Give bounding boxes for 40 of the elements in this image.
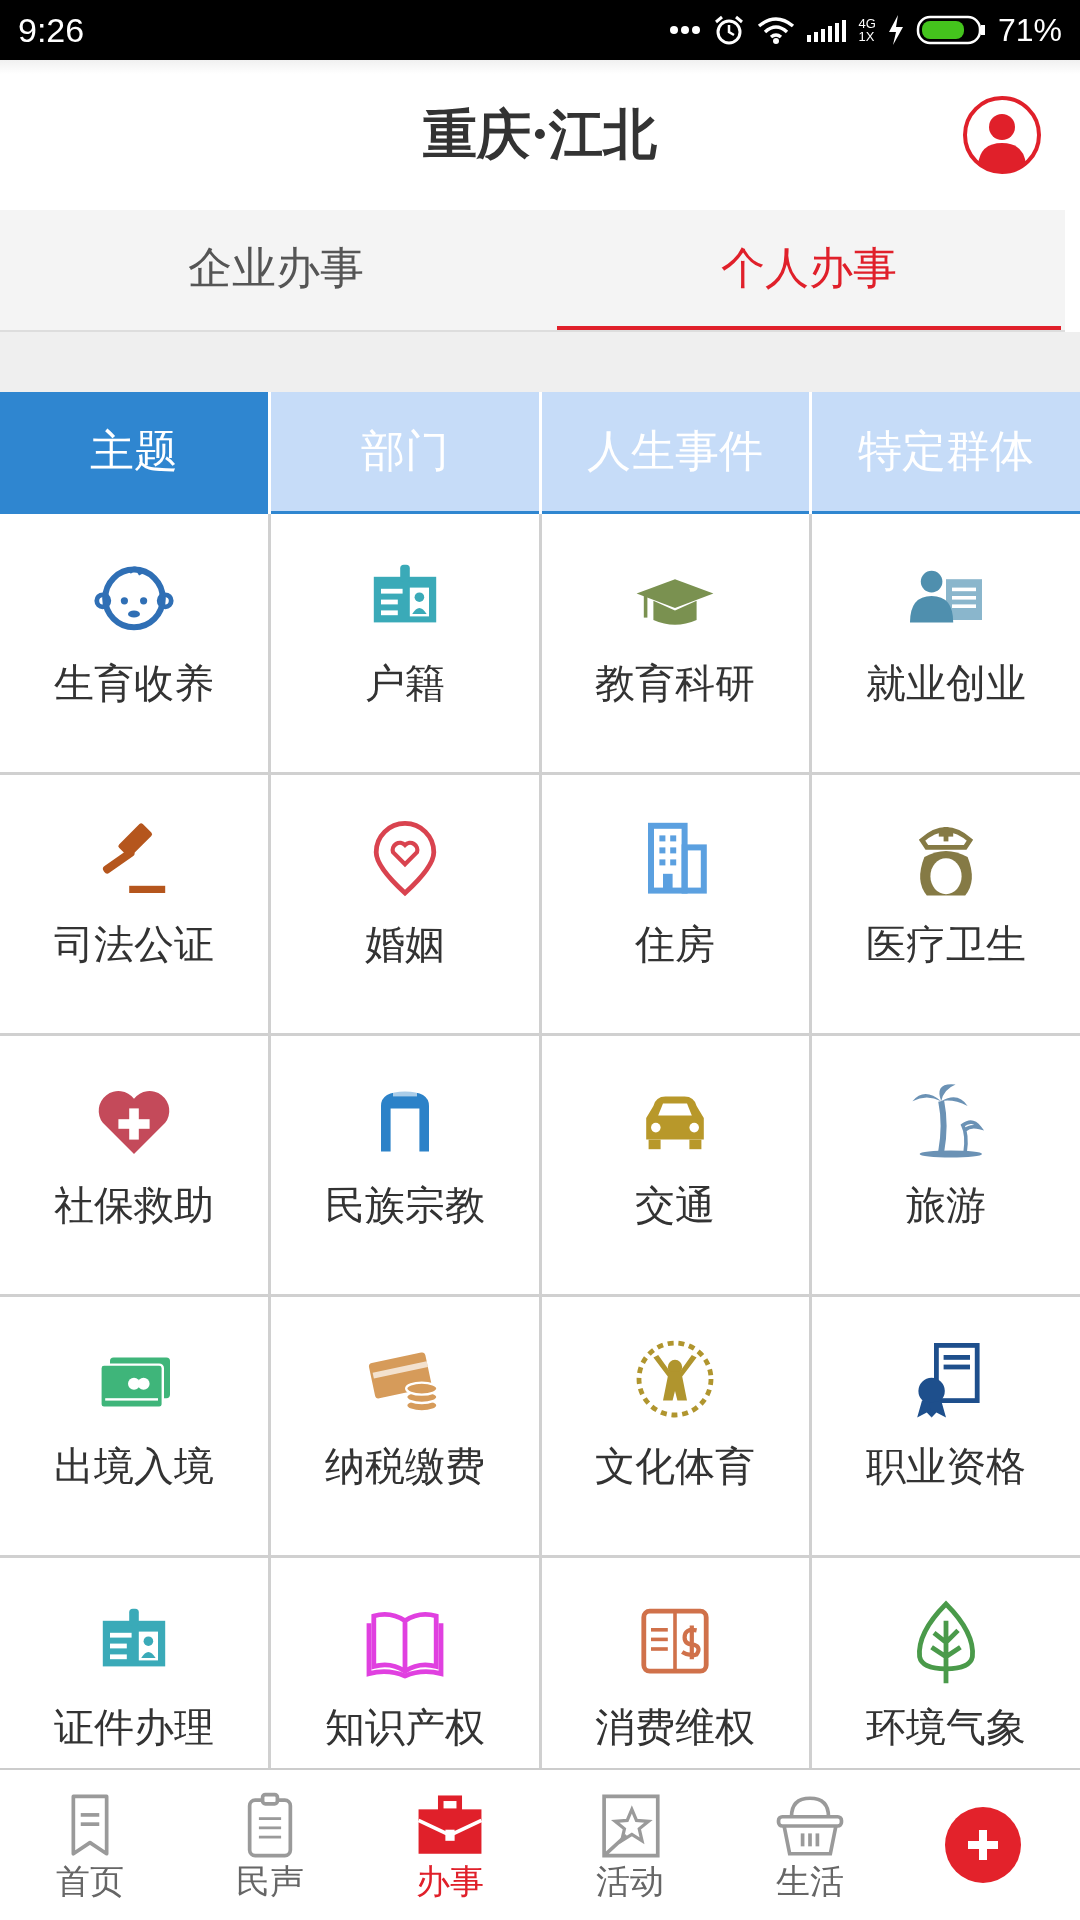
avatar-icon[interactable] (962, 95, 1042, 175)
service-tile[interactable]: 司法公证 (0, 775, 268, 1033)
service-tile[interactable]: 教育科研 (541, 514, 810, 772)
service-tile[interactable]: 婚姻 (270, 775, 539, 1033)
nav-item[interactable]: 办事 (360, 1789, 540, 1901)
clock-time: 9:26 (18, 10, 85, 50)
service-tile[interactable]: 环境气象 (812, 1558, 1080, 1768)
alarm-icon (712, 14, 745, 46)
service-tile[interactable]: 文化体育 (541, 1297, 810, 1555)
app-title: 重庆·江北 (422, 100, 658, 168)
battery-icon (915, 15, 986, 45)
service-tile[interactable]: 社保救助 (0, 1036, 268, 1294)
service-tile[interactable]: 消费维权 (541, 1558, 810, 1768)
service-tile[interactable]: 出境入境 (0, 1297, 268, 1555)
service-tile[interactable]: 纳税缴费 (270, 1297, 539, 1555)
service-tile[interactable]: 交通 (541, 1036, 810, 1294)
service-tile[interactable]: 住房 (541, 775, 810, 1033)
service-tile[interactable]: 知识产权 (270, 1558, 539, 1768)
service-tile[interactable]: 户籍 (270, 514, 539, 772)
signal-icon (806, 18, 847, 42)
nav-item[interactable]: 生活 (720, 1789, 900, 1901)
service-tile[interactable]: 生育收养 (0, 514, 268, 772)
wifi-icon (756, 16, 795, 44)
category-tab[interactable]: 企业办事 (24, 210, 529, 330)
nav-item[interactable]: 民声 (180, 1789, 360, 1901)
network-type: 1X (858, 30, 876, 43)
service-tile[interactable]: 证件办理 (0, 1558, 268, 1768)
battery-percent: 71% (997, 11, 1062, 49)
nav-item[interactable]: 首页 (0, 1789, 180, 1901)
filter-tab[interactable]: 主题 (0, 392, 268, 514)
service-tile[interactable]: 旅游 (812, 1036, 1080, 1294)
more-dots-icon (668, 25, 701, 35)
service-tile[interactable]: 民族宗教 (270, 1036, 539, 1294)
nav-item[interactable]: 活动 (540, 1789, 720, 1901)
service-tile[interactable]: 医疗卫生 (812, 775, 1080, 1033)
service-tile[interactable]: 职业资格 (812, 1297, 1080, 1555)
charging-icon (887, 15, 904, 45)
service-tile[interactable]: 就业创业 (812, 514, 1080, 772)
plus-icon (966, 1828, 1000, 1862)
network-type: 4G (858, 17, 876, 30)
